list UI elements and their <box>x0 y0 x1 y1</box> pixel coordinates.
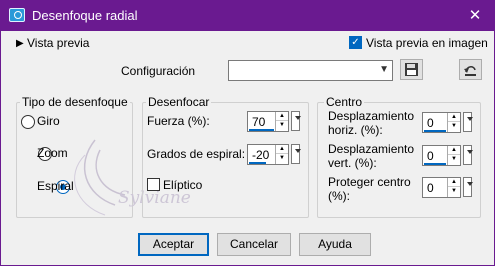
spin-down-icon[interactable]: ▼ <box>448 155 460 164</box>
protect-center-value: 0 <box>427 181 434 195</box>
v-offset-spin-buttons[interactable]: ▲ ▼ <box>447 146 460 165</box>
v-offset-spinbox[interactable]: 0 ▲ ▼ <box>422 145 461 166</box>
spiral-slider-button[interactable] <box>291 144 301 164</box>
spiral-spinbox[interactable]: -20 ▲ ▼ <box>247 144 289 165</box>
preview-on-image-label: Vista previa en imagen <box>366 36 488 50</box>
strength-slider-button[interactable] <box>291 111 301 131</box>
blur-legend: Desenfocar <box>146 95 212 109</box>
protect-center-spin-buttons[interactable]: ▲ ▼ <box>447 178 460 197</box>
radio-giro[interactable] <box>21 114 35 129</box>
protect-center-label-line2: (%): <box>328 189 350 203</box>
spin-up-icon[interactable]: ▲ <box>448 113 460 122</box>
v-offset-label-line2: vert. (%): <box>328 156 377 170</box>
floppy-disk-icon <box>405 63 418 76</box>
protect-center-label-line1: Proteger centro <box>328 175 411 189</box>
chevron-down-icon: ▼ <box>379 64 389 75</box>
elliptic-checkbox[interactable] <box>147 178 160 191</box>
v-offset-value: 0 <box>427 149 434 163</box>
config-label: Configuración <box>121 64 196 78</box>
title-bar: Desenfoque radial ✕ <box>0 0 495 31</box>
h-offset-underline <box>424 130 446 132</box>
h-offset-value: 0 <box>427 116 434 130</box>
center-legend: Centro <box>324 95 365 109</box>
strength-underline <box>249 129 274 131</box>
strength-label: Fuerza (%): <box>147 114 210 128</box>
ok-button[interactable]: Aceptar <box>138 233 209 256</box>
preview-on-image-checkbox[interactable]: ✓ <box>349 36 362 49</box>
spiral-underline <box>249 162 266 164</box>
protect-center-spinbox[interactable]: 0 ▲ ▼ <box>422 177 461 198</box>
strength-spin-buttons[interactable]: ▲ ▼ <box>275 112 288 131</box>
v-offset-underline <box>424 163 446 165</box>
h-offset-label-line2: horiz. (%): <box>328 123 383 137</box>
spin-up-icon[interactable]: ▲ <box>276 145 288 154</box>
preview-toggle-label[interactable]: Vista previa <box>27 36 89 50</box>
h-offset-slider-button[interactable] <box>463 112 473 132</box>
help-button[interactable]: Ayuda <box>299 233 371 256</box>
radio-giro-label[interactable]: Giro <box>37 114 60 128</box>
blur-type-legend: Tipo de desenfoque <box>20 95 130 109</box>
spin-up-icon[interactable]: ▲ <box>448 146 460 155</box>
save-preset-button[interactable] <box>400 59 423 80</box>
window-title: Desenfoque radial <box>32 8 138 23</box>
spin-down-icon[interactable]: ▼ <box>448 122 460 131</box>
v-offset-label-line1: Desplazamiento <box>328 142 415 156</box>
config-combobox[interactable]: ▼ <box>228 60 393 81</box>
elliptic-label[interactable]: Elíptico <box>163 178 202 192</box>
close-button[interactable]: ✕ <box>455 0 495 31</box>
spin-up-icon[interactable]: ▲ <box>276 112 288 121</box>
h-offset-spinbox[interactable]: 0 ▲ ▼ <box>422 112 461 133</box>
spiral-spin-buttons[interactable]: ▲ ▼ <box>275 145 288 164</box>
cancel-button[interactable]: Cancelar <box>217 233 291 256</box>
h-offset-label-line1: Desplazamiento <box>328 109 415 123</box>
protect-center-slider-button[interactable] <box>463 177 473 197</box>
camera-icon <box>9 8 25 22</box>
spin-up-icon[interactable]: ▲ <box>448 178 460 187</box>
v-offset-slider-button[interactable] <box>463 145 473 165</box>
spiral-value: -20 <box>252 148 270 162</box>
spin-down-icon[interactable]: ▼ <box>448 187 460 196</box>
expand-arrow-icon[interactable]: ▶ <box>16 38 24 49</box>
spin-down-icon[interactable]: ▼ <box>276 154 288 163</box>
undo-icon <box>464 66 476 76</box>
strength-spinbox[interactable]: 70 ▲ ▼ <box>247 111 289 132</box>
h-offset-spin-buttons[interactable]: ▲ ▼ <box>447 113 460 132</box>
reset-button[interactable] <box>459 59 482 80</box>
spiral-label: Grados de espiral: <box>147 147 246 161</box>
spin-down-icon[interactable]: ▼ <box>276 121 288 130</box>
strength-value: 70 <box>252 115 266 129</box>
